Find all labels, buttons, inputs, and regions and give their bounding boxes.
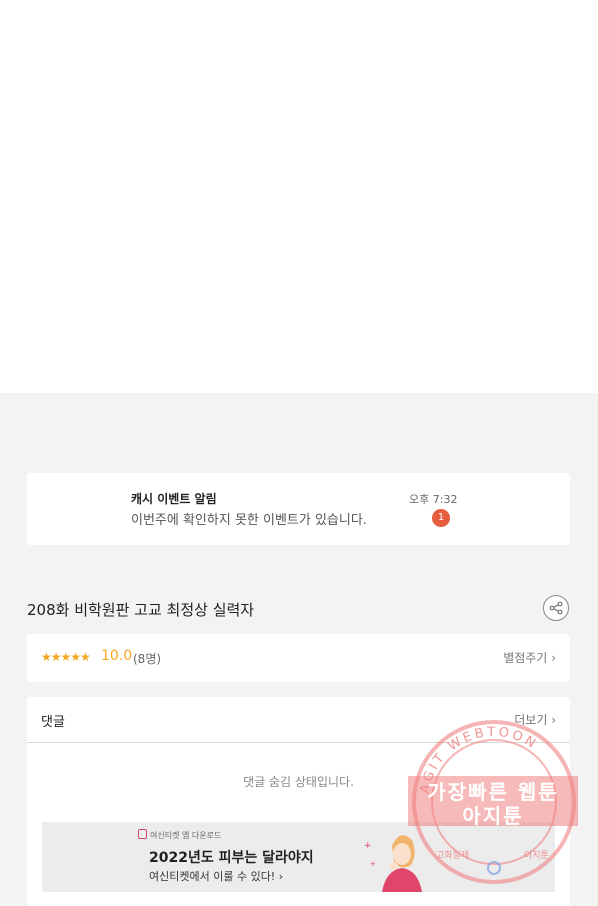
rating-stars: ★★★★★ (41, 650, 91, 664)
notification-card[interactable]: 캐시 이벤트 알림 이번주에 확인하지 못한 이벤트가 있습니다. 오후 7:3… (27, 473, 570, 545)
notification-time: 오후 7:32 (409, 493, 458, 506)
watermark-line2: 아지툰 (462, 804, 524, 828)
rating-card: ★★★★★ 10.0 (8명) 별점주기 › (27, 634, 570, 682)
notification-title: 캐시 이벤트 알림 (131, 492, 217, 506)
more-comments-button[interactable]: 더보기 › (514, 711, 556, 728)
webtoon-content-blank (0, 0, 598, 393)
svg-text:+: + (364, 841, 372, 851)
ad-illustration: + + (364, 835, 422, 892)
episode-title: 208화 비학원판 고교 최정상 실력자 (27, 601, 255, 619)
share-icon (549, 601, 563, 615)
chevron-right-icon: › (551, 651, 556, 665)
svg-text:+: + (370, 860, 376, 868)
comment-label: 댓글 (41, 715, 65, 730)
rate-button[interactable]: 별점주기 › (503, 649, 556, 666)
rate-button-label: 별점주기 (503, 651, 548, 665)
ad-brand: 여신티켓 앱 다운로드 (150, 831, 222, 840)
ad-brand-icon (138, 829, 147, 839)
ad-banner[interactable]: 여신티켓 앱 다운로드 2022년도 피부는 달라야지 여신티켓에서 이룰 수 … (42, 822, 555, 892)
comment-header: 댓글 더보기 › (27, 697, 570, 743)
notification-message: 이번주에 확인하지 못한 이벤트가 있습니다. (131, 513, 367, 528)
rating-count: (8명) (133, 652, 162, 666)
more-button-label: 더보기 (514, 713, 548, 727)
ad-headline: 2022년도 피부는 달라야지 (149, 850, 314, 866)
chevron-right-icon: › (551, 713, 556, 727)
notification-badge: 1 (432, 509, 450, 527)
ad-subtext: 여신티켓에서 이룰 수 있다! › (149, 870, 284, 883)
rating-score: 10.0 (101, 648, 133, 664)
share-button[interactable] (543, 595, 569, 621)
